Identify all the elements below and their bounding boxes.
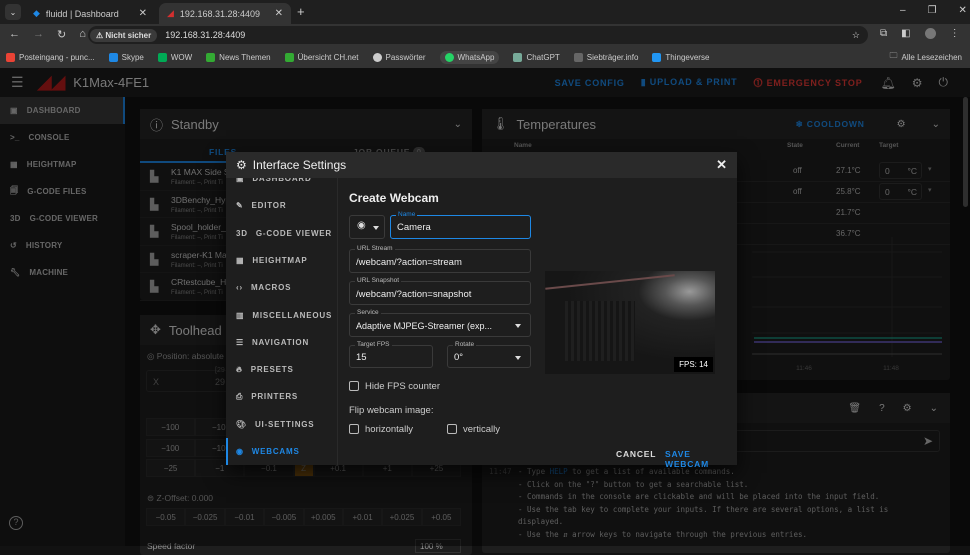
dialog-header: ⚙ Interface Settings ✕ <box>226 152 737 178</box>
fire-icon: 🔥︎ <box>236 364 243 374</box>
restore-button[interactable]: ❐ <box>928 5 937 16</box>
browser-tab-strip: ⌄ ◆ fluidd | Dashboard ✕ ◢ 192.168.31.28:44… <box>0 0 970 24</box>
address-bar[interactable]: ⚠ Nicht sicher 192.168.31.28:4409 ☆ <box>88 26 868 44</box>
tab-search-button[interactable]: ⌄ <box>5 4 21 20</box>
fluidd-icon: ◆ <box>33 8 40 18</box>
settings-nav-g-code viewer[interactable]: 3D G-CODE VIEWER <box>226 220 337 247</box>
star-icon[interactable]: ☆ <box>852 30 860 41</box>
settings-nav-miscellaneous[interactable]: ▥ MISCELLANEOUS <box>226 302 337 329</box>
bookmark[interactable]: Thingeverse <box>652 52 709 62</box>
security-chip[interactable]: ⚠ Nicht sicher <box>90 28 158 42</box>
tab-title: fluidd | Dashboard <box>45 8 119 19</box>
settings-nav-heightmap[interactable]: ▦ HEIGHTMAP <box>226 247 337 274</box>
url-snapshot-field[interactable]: URL Snapshot/webcam/?action=snapshot <box>349 277 531 305</box>
home-button[interactable]: ⌂ <box>79 28 86 41</box>
reload-button[interactable]: ↻ <box>57 28 66 41</box>
form-heading: Create Webcam <box>349 191 439 205</box>
bookmark[interactable]: Übersicht CH.net <box>284 52 359 62</box>
settings-nav-navigation[interactable]: ☰ NAVIGATION <box>226 329 337 356</box>
editor-icon: ✎ <box>236 201 244 211</box>
bookmark[interactable]: WOW <box>157 52 192 62</box>
bookmarks-bar: Posteingang - punc... Skype WOW News The… <box>0 46 970 68</box>
back-button[interactable]: ← <box>9 28 20 41</box>
settings-nav-webcams[interactable]: ◉ WEBCAMS <box>226 438 337 465</box>
settings-nav: ▣ DASHBOARD ✎ EDITOR 3D G-CODE VIEWER ▦ HEIGHTM… <box>226 178 338 465</box>
service-select[interactable]: Service Adaptive MJPEG-Streamer (exp... <box>349 309 531 337</box>
bookmark[interactable]: Siebträger.info <box>573 52 638 62</box>
menu-icon: ☰ <box>236 337 244 347</box>
webcam-icon: ◉ <box>357 220 366 231</box>
folder-icon: 🗀 <box>889 51 898 60</box>
settings-nav-printers[interactable]: ⎙ PRINTERS <box>226 383 337 410</box>
settings-nav-editor[interactable]: ✎ EDITOR <box>226 192 337 219</box>
code-icon: ‹› <box>236 283 243 293</box>
flip-label: Flip webcam image: <box>349 405 434 416</box>
bookmark[interactable]: Skype <box>108 52 144 62</box>
bookmark[interactable]: ChatGPT <box>513 52 560 62</box>
bookmark[interactable]: Passwörter <box>372 52 426 62</box>
bookmark[interactable]: News Themen <box>206 52 271 62</box>
interface-settings-dialog: ⚙ Interface Settings ✕ ▣ DASHBOARD ✎ EDITOR 3D… <box>226 152 737 469</box>
browser-toolbar: ← → ↻ ⌂ ⚠ Nicht sicher 192.168.31.28:4409 ☆ ⧉… <box>0 24 970 46</box>
tab-fluidd[interactable]: ◆ fluidd | Dashboard ✕ <box>25 3 155 24</box>
bookmark[interactable]: WhatsApp <box>439 50 500 64</box>
settings-nav-ui-settings[interactable]: 🎨︎ UI-SETTINGS <box>226 411 337 438</box>
name-field[interactable]: Name Camera <box>390 211 531 239</box>
forward-button[interactable]: → <box>33 28 44 41</box>
rotate-select[interactable]: Rotate 0° <box>447 341 531 368</box>
tab-title: 192.168.31.28:4409 <box>179 8 260 19</box>
security-label: Nicht sicher <box>105 30 152 40</box>
printer-icon: ⎙ <box>236 391 244 401</box>
url-stream-field[interactable]: URL Stream/webcam/?action=stream <box>349 245 531 273</box>
save-webcam-button[interactable]: SAVE WEBCAM <box>665 449 737 469</box>
new-tab-button[interactable]: + <box>297 4 305 19</box>
hide-fps-checkbox[interactable]: Hide FPS counter <box>349 380 440 392</box>
flip-vertical-checkbox[interactable]: vertically <box>447 423 500 435</box>
monitor-icon: ▣ <box>236 178 245 183</box>
close-window-button[interactable]: ✕ <box>959 5 967 16</box>
settings-nav-macros[interactable]: ‹› MACROS <box>226 274 337 301</box>
all-bookmarks[interactable]: 🗀 Alle Lesezeichen <box>890 50 962 64</box>
sidepanel-icon[interactable]: ◧ <box>901 28 910 39</box>
fps-badge: FPS: 14 <box>674 357 713 372</box>
palette-icon: 🎨︎ <box>236 419 247 429</box>
url-text: 192.168.31.28:4409 <box>165 30 246 40</box>
grid-icon: ▦ <box>236 255 245 265</box>
target-fps-field[interactable]: Target FPS 15 <box>349 341 433 368</box>
minimize-button[interactable]: – <box>900 5 906 16</box>
profile-avatar[interactable] <box>924 28 936 39</box>
dialog-title: Interface Settings <box>252 158 347 172</box>
misc-icon: ▥ <box>236 310 245 320</box>
settings-icon: ⚙ <box>236 158 247 172</box>
flip-horizontal-checkbox[interactable]: horizontally <box>349 423 413 435</box>
webcam-preview: FPS: 14 <box>545 271 715 374</box>
close-tab-icon[interactable]: ✕ <box>139 8 147 19</box>
settings-nav-presets[interactable]: 🔥︎ PRESETS <box>226 356 337 383</box>
creality-icon: ◢ <box>167 8 174 18</box>
webcam-icon: ◉ <box>236 447 244 456</box>
tab-active[interactable]: ◢ 192.168.31.28:4409 ✕ <box>159 3 291 24</box>
webcam-icon-select[interactable]: ◉ <box>349 215 385 239</box>
3d-icon: 3D <box>236 228 248 238</box>
settings-nav-dashboard[interactable]: ▣ DASHBOARD <box>226 178 337 192</box>
bookmark[interactable]: Posteingang - punc... <box>6 52 95 62</box>
cancel-button[interactable]: CANCEL <box>616 449 656 459</box>
close-tab-icon[interactable]: ✕ <box>275 8 283 19</box>
close-icon[interactable]: ✕ <box>716 157 727 173</box>
extensions-icon[interactable]: ⧉ <box>880 28 887 39</box>
menu-icon[interactable]: ⋮ <box>950 28 960 39</box>
